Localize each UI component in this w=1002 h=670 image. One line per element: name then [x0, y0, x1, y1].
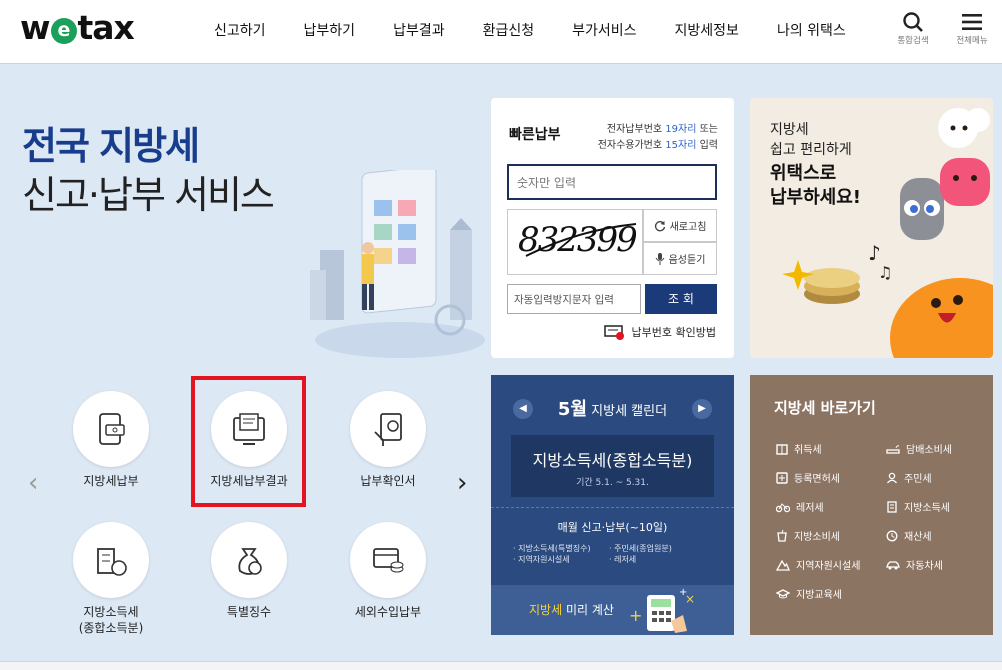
all-menu-button[interactable]: 전체메뉴 — [950, 10, 994, 46]
shortcut-property-tax[interactable]: 재산세 — [886, 528, 932, 543]
service-payment-certificate[interactable] — [350, 391, 426, 467]
quick-pay-title: 빠른납부 — [509, 127, 561, 143]
selected-highlight-box — [191, 376, 306, 507]
shortcut-vehicle-tax[interactable]: 자동차세 — [886, 557, 943, 572]
tax-calculator-link[interactable]: 지방세 미리 계산 + × + — [491, 585, 734, 635]
nav-item-refund[interactable]: 환급신청 — [483, 20, 535, 40]
calendar-main-item[interactable]: 지방소득세(종합소득분) 기간 5.1. ~ 5.31. — [511, 435, 714, 497]
shortcut-local-income-tax[interactable]: 지방소득세 — [886, 499, 950, 514]
bicycle-icon — [776, 502, 790, 512]
search-button[interactable]: 통합검색 — [891, 10, 935, 46]
graduation-cap-icon — [776, 588, 790, 598]
shortcut-resident-tax[interactable]: 주민세 — [886, 470, 932, 485]
inquiry-button[interactable]: 조 회 — [645, 284, 717, 314]
service-label[interactable]: 세외수입납부 — [323, 604, 453, 620]
wetax-logo[interactable]: w e tax — [20, 8, 135, 47]
svg-text:♫: ♫ — [878, 263, 892, 282]
service-label[interactable]: 특별징수 — [184, 604, 314, 620]
shortcuts-title: 지방세 바로가기 — [774, 399, 876, 417]
mobile-pay-icon — [99, 413, 125, 445]
svg-text:+: + — [679, 587, 687, 598]
shortcut-registration-license-tax[interactable]: 등록면허세 — [776, 470, 840, 485]
quick-pay-description: 전자납부번호 19자리 또는 전자수용가번호 15자리 입력 — [597, 124, 718, 151]
shortcut-leisure-tax[interactable]: 레저세 — [776, 499, 824, 514]
service-label[interactable]: 지방소득세 (종합소득분) — [46, 604, 176, 636]
service-label[interactable]: 납부확인서 — [323, 473, 453, 489]
service-label[interactable]: 지방세납부 — [46, 473, 176, 489]
microphone-icon — [655, 252, 665, 265]
cigarette-icon — [886, 444, 900, 454]
calendar-monthly-item: · 지역자원시설세 — [513, 555, 570, 564]
carousel-next-arrow[interactable]: › — [457, 468, 467, 498]
nav-item-pay-result[interactable]: 납부결과 — [393, 20, 445, 40]
money-bag-icon — [238, 548, 262, 575]
footer-divider — [0, 661, 1002, 670]
building-won-icon — [97, 548, 127, 576]
calendar-heading: 5월 지방세 캘린더 — [557, 399, 668, 420]
promo-banner[interactable]: 지방세 쉽고 편리하게 위택스로 납부하세요! ♪ ♫ — [750, 98, 993, 358]
shortcut-acquisition-tax[interactable]: 취득세 — [776, 441, 822, 456]
shortcut-tobacco-tax[interactable]: 담배소비세 — [886, 441, 952, 456]
card-coins-icon — [373, 548, 404, 573]
property-icon — [886, 530, 898, 541]
captcha-refresh-button[interactable]: 새로고침 — [643, 209, 717, 242]
captcha-audio-button[interactable]: 음성듣기 — [643, 242, 717, 275]
calendar-divider — [491, 507, 734, 508]
nav-item-extra-services[interactable]: 부가서비스 — [572, 20, 636, 40]
calendar-monthly-item: · 레저세 — [609, 555, 637, 564]
svg-text:♪: ♪ — [868, 241, 881, 265]
calendar-monthly-item: · 지방소득세(특별징수) — [513, 544, 591, 553]
person-icon — [886, 472, 898, 483]
payment-number-input[interactable]: 숫자만 입력 — [507, 164, 717, 200]
hero-title-line2: 신고·납부 서비스 — [22, 173, 275, 217]
receipt-icon — [887, 500, 897, 513]
car-icon — [886, 560, 900, 569]
refresh-icon — [654, 220, 665, 231]
carousel-prev-arrow[interactable]: ‹ — [28, 468, 38, 498]
cup-icon — [777, 529, 787, 542]
bill-alert-icon — [603, 325, 624, 340]
captcha-image: 832399 — [507, 209, 643, 275]
calendar-monthly-item: · 주민세(종업원분) — [609, 544, 672, 553]
service-local-tax-pay[interactable] — [73, 391, 149, 467]
license-icon — [776, 471, 788, 484]
calculator-hand-icon: + × + — [629, 587, 695, 633]
service-special-collection[interactable] — [211, 522, 287, 598]
calendar-monthly-title: 매월 신고·납부(~10일) — [557, 521, 668, 534]
hamburger-menu-icon — [962, 14, 982, 30]
city-mobile-illustration — [310, 170, 485, 358]
quick-pay-panel: 빠른납부 전자납부번호 19자리 또는 전자수용가번호 15자리 입력 숫자만 … — [491, 98, 734, 358]
local-tax-shortcuts-panel: 지방세 바로가기 취득세 담배소비세 등록면허세 주민세 레저세 지방소득세 지… — [750, 375, 993, 635]
hero-title-line1: 전국 지방세 — [22, 124, 200, 168]
tax-calendar-panel: ◀ ▶ 5월 지방세 캘린더 지방소득세(종합소득분) 기간 5.1. ~ 5.… — [491, 375, 734, 635]
nav-item-tax-info[interactable]: 지방세정보 — [675, 20, 739, 40]
captcha-input[interactable]: 자동입력방지문자 입력 — [507, 284, 641, 314]
nav-item-pay[interactable]: 납부하기 — [304, 20, 356, 40]
svg-text:+: + — [629, 606, 642, 625]
shortcut-regional-resource-tax[interactable]: 지역자원시설세 — [776, 557, 860, 572]
captcha-strike-line — [525, 223, 637, 257]
building-icon — [776, 443, 788, 455]
service-local-income-tax[interactable] — [73, 522, 149, 598]
main-nav: 신고하기 납부하기 납부결과 환급신청 부가서비스 지방세정보 나의 위택스 — [214, 20, 884, 40]
payment-number-help-link[interactable]: 납부번호 확인방법 — [603, 324, 716, 340]
service-non-tax-revenue[interactable] — [350, 522, 426, 598]
shortcut-local-consumption-tax[interactable]: 지방소비세 — [776, 528, 840, 543]
shortcut-local-education-tax[interactable]: 지방교육세 — [776, 586, 842, 601]
mountain-icon — [776, 559, 790, 571]
nav-item-my-wetax[interactable]: 나의 위택스 — [777, 20, 846, 40]
search-icon — [903, 12, 923, 32]
hero-title: 전국 지방세 신고·납부 서비스 — [22, 122, 275, 220]
certificate-icon — [374, 413, 402, 446]
mascot-illustration: ♪♫ — [782, 108, 993, 358]
site-header: w e tax 신고하기 납부하기 납부결과 환급신청 부가서비스 지방세정보 나의… — [0, 0, 1002, 64]
nav-item-report[interactable]: 신고하기 — [214, 20, 266, 40]
